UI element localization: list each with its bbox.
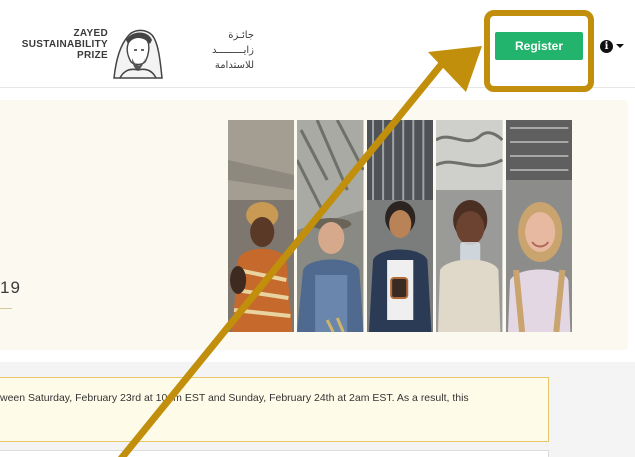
collage-photo-1 (228, 120, 295, 332)
hero-banner: 19 (0, 100, 628, 350)
hero-year-text: 19 (0, 278, 21, 297)
logo-english-text: ZAYED SUSTAINABILITY PRIZE (21, 28, 108, 61)
hero-image-collage (228, 120, 573, 332)
next-panel (0, 450, 549, 457)
maintenance-alert: ween Saturday, February 23rd at 10pm EST… (0, 377, 549, 442)
collage-photo-5 (505, 120, 573, 332)
hero-underline (0, 308, 12, 309)
chevron-down-icon (616, 44, 624, 48)
collage-photo-2 (297, 120, 364, 332)
portrait-logo-icon (113, 29, 163, 79)
zayed-sustainability-prize-logo[interactable]: ZAYED SUSTAINABILITY PRIZE جائـزة زايـــ… (10, 18, 254, 79)
alert-text: ween Saturday, February 23rd at 10pm EST… (0, 392, 469, 404)
collage-photo-4 (436, 120, 503, 332)
info-dropdown[interactable]: i (600, 38, 630, 54)
collage-photo-3 (366, 120, 434, 332)
register-highlight-box (484, 10, 594, 92)
logo-arabic-text: جائـزة زايـــــــــد للاستدامة (211, 30, 254, 71)
info-icon: i (600, 39, 613, 53)
